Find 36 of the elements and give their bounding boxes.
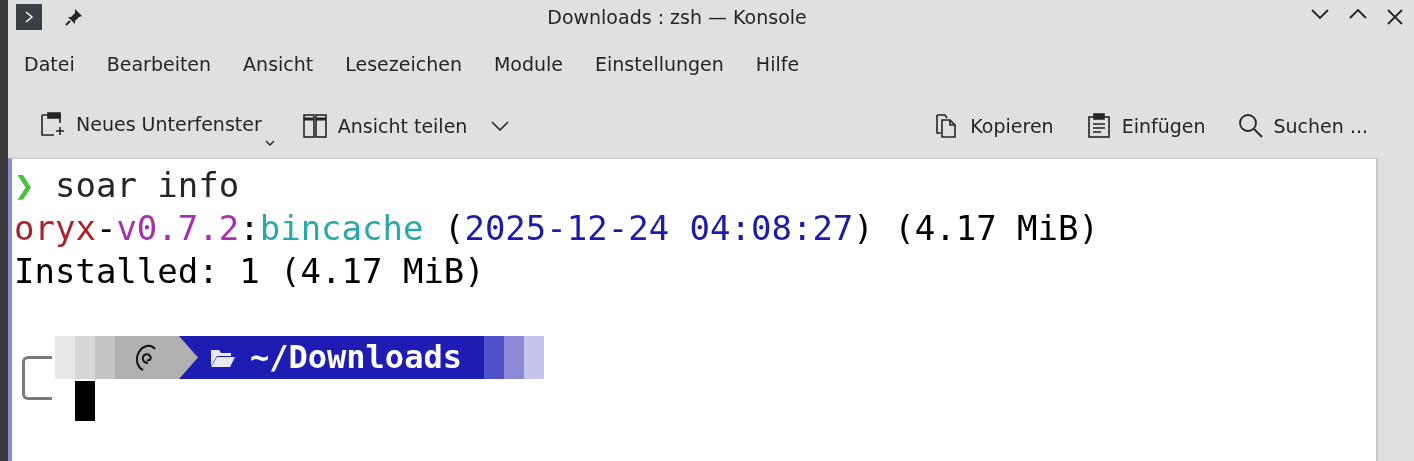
toolbar-button[interactable]: Einfügen bbox=[1079, 107, 1212, 145]
menu-item[interactable]: Ansicht bbox=[243, 49, 314, 79]
minimize-icon[interactable] bbox=[1310, 8, 1330, 20]
menu-item[interactable]: Module bbox=[493, 49, 564, 79]
menu-item[interactable]: Datei bbox=[24, 49, 75, 79]
prompt-segment bbox=[483, 336, 504, 379]
prompt-bracket bbox=[22, 356, 52, 400]
toolbar-button[interactable]: Kopieren bbox=[928, 107, 1060, 145]
prompt-segment bbox=[523, 336, 544, 379]
toolbar-button[interactable]: Neues Unterfenster bbox=[34, 105, 276, 147]
toolbar-button[interactable]: Ansicht teilen bbox=[295, 107, 516, 145]
terminal-icon[interactable] bbox=[16, 4, 42, 30]
caret-icon bbox=[491, 121, 510, 131]
search-icon bbox=[1237, 113, 1264, 139]
folder-icon bbox=[210, 347, 236, 368]
pin-icon[interactable] bbox=[64, 7, 84, 27]
menu-item[interactable]: Lesezeichen bbox=[345, 49, 462, 79]
terminal-line: Installed: 1 (4.17 MiB) bbox=[14, 250, 485, 293]
menu-item[interactable]: Hilfe bbox=[755, 49, 800, 79]
prompt-path: ~/Downloads bbox=[198, 336, 484, 379]
text-cursor bbox=[75, 381, 95, 421]
prompt-segment bbox=[55, 336, 75, 379]
window-title: Downloads : zsh — Konsole bbox=[546, 6, 808, 28]
toolbar-button[interactable]: Suchen ... bbox=[1231, 107, 1374, 145]
menu-item[interactable]: Einstellungen bbox=[595, 49, 724, 79]
terminal-line: oryx-v0.7.2:bincache (2025-12-24 04:08:27) (4.17 MiB) bbox=[14, 207, 1099, 250]
terminal-line: ❯ soar info bbox=[14, 164, 240, 207]
new-tab-icon bbox=[40, 111, 66, 137]
caret-icon bbox=[264, 140, 275, 146]
prompt-segment bbox=[503, 336, 524, 379]
prompt-segment bbox=[75, 336, 95, 379]
maximize-icon[interactable] bbox=[1348, 8, 1368, 20]
clipboard-icon bbox=[1085, 113, 1112, 139]
split-view-icon bbox=[301, 113, 328, 139]
menu-item[interactable]: Bearbeiten bbox=[106, 49, 212, 79]
close-icon[interactable] bbox=[1386, 8, 1404, 26]
